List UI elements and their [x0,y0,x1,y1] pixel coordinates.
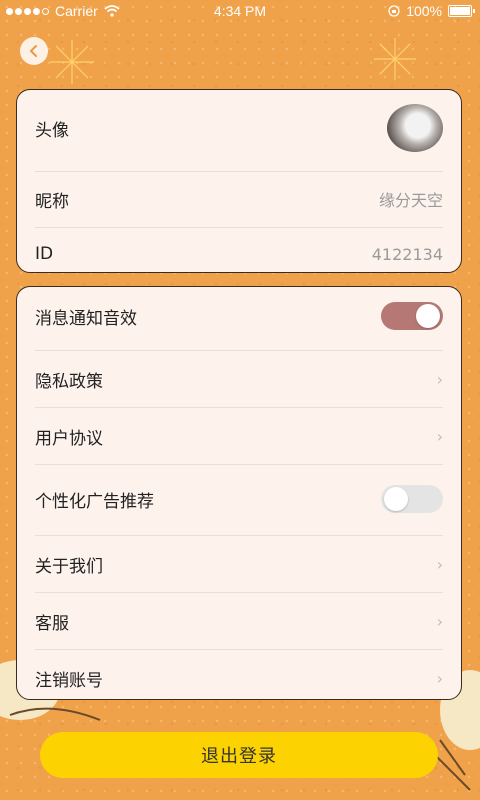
personalized-ads-toggle[interactable] [381,485,443,513]
cancel-account-row[interactable]: 注销账号 › [35,663,443,693]
settings-card: 消息通知音效 隐私政策 › 用户协议 › 个性化广告推荐 关于我们 › 客服 ›… [16,286,462,700]
chevron-right-icon: › [436,611,443,631]
avatar-row[interactable]: 头像 [35,102,443,154]
notify-sound-toggle[interactable] [381,302,443,330]
nickname-value: 缘分天空 [378,191,443,210]
privacy-label: 隐私政策 [35,371,103,392]
battery-icon [448,5,475,17]
divider [35,350,443,351]
id-label: ID [35,244,54,264]
cancel-account-label: 注销账号 [35,670,103,691]
avatar-label: 头像 [35,120,69,141]
privacy-row[interactable]: 隐私政策 › [35,364,443,394]
logout-button[interactable]: 退出登录 [40,732,438,778]
chevron-right-icon: › [436,554,443,574]
back-button[interactable] [20,37,48,65]
nickname-label: 昵称 [35,191,69,212]
service-row[interactable]: 客服 › [35,606,443,636]
notify-sound-label: 消息通知音效 [35,308,137,329]
agreement-label: 用户协议 [35,428,103,449]
personalized-ads-row: 个性化广告推荐 [35,484,443,514]
rotation-lock-icon [388,5,400,17]
about-row[interactable]: 关于我们 › [35,549,443,579]
agreement-row[interactable]: 用户协议 › [35,421,443,451]
divider [35,649,443,650]
divider [35,407,443,408]
battery-percent: 100% [406,3,442,19]
divider [35,171,443,172]
about-label: 关于我们 [35,556,103,577]
status-right: 100% [388,3,475,19]
id-value: 4122134 [371,244,443,264]
service-label: 客服 [35,613,69,634]
firework-decoration-icon [373,37,417,81]
nickname-row[interactable]: 昵称 缘分天空 [35,184,443,214]
chevron-right-icon: › [436,426,443,446]
profile-card: 头像 昵称 缘分天空 ID 4122134 [16,89,462,273]
status-bar: Carrier 4:34 PM 100% [0,0,480,24]
divider [35,592,443,593]
chevron-left-icon [29,45,37,57]
divider [35,464,443,465]
chevron-right-icon: › [436,369,443,389]
chevron-right-icon: › [436,668,443,688]
divider [35,227,443,228]
notify-sound-row: 消息通知音效 [35,301,443,331]
personalized-ads-label: 个性化广告推荐 [35,491,154,512]
id-row: ID 4122134 [35,239,443,269]
avatar[interactable] [387,104,443,152]
divider [35,535,443,536]
firework-decoration-icon [50,40,94,84]
